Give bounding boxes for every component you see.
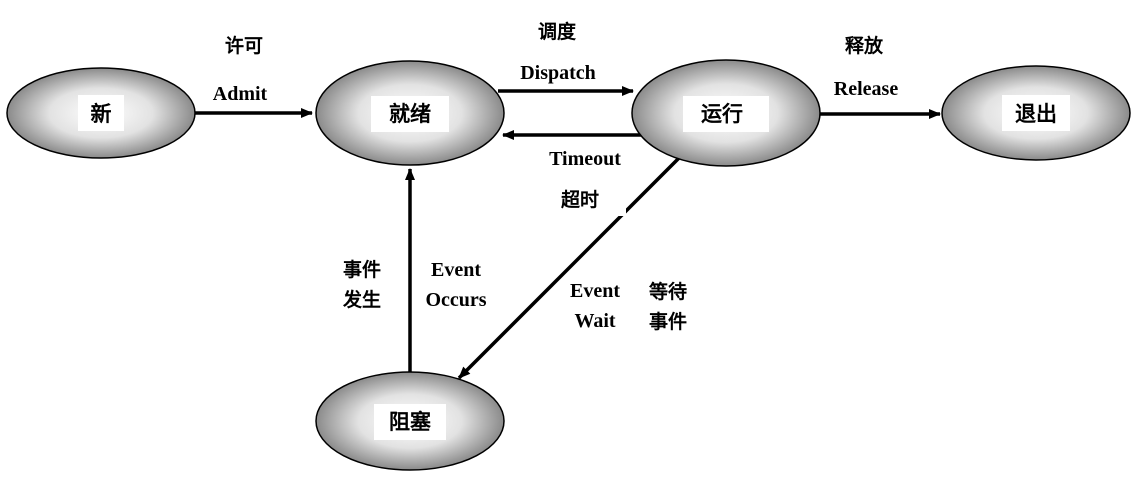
edge-labels: 许可 Admit 调度 Dispatch 释放 Release Timeout … <box>213 20 899 333</box>
state-ready-label: 就绪 <box>389 102 431 126</box>
diagram-canvas: 新 就绪 运行 退出 阻塞 许可 Admit 调度 Dispatch 释放 Re… <box>6 20 1131 471</box>
timeout-label-zh: 超时 <box>560 188 599 211</box>
edge-event-wait-gap <box>618 203 626 216</box>
event-occurs-label-en-2: Occurs <box>425 289 486 311</box>
edges <box>194 86 941 380</box>
admit-label-zh: 许可 <box>225 34 263 57</box>
process-state-diagram: 新 就绪 运行 退出 阻塞 许可 Admit 调度 Dispatch 释放 Re… <box>0 0 1141 486</box>
event-occurs-label-zh-1: 事件 <box>343 258 381 281</box>
state-exit-label: 退出 <box>1015 102 1057 126</box>
dispatch-label-zh: 调度 <box>538 20 577 43</box>
event-occurs-label-en-1: Event <box>431 259 481 281</box>
event-wait-label-zh-2: 事件 <box>649 310 687 333</box>
state-blocked: 阻塞 <box>315 371 505 471</box>
edge-event-wait <box>457 150 687 380</box>
event-wait-label-zh-1: 等待 <box>648 280 687 303</box>
event-wait-label-en-1: Event <box>570 280 620 302</box>
state-new: 新 <box>6 67 196 159</box>
event-occurs-label-zh-2: 发生 <box>342 288 381 311</box>
state-running: 运行 <box>631 59 821 167</box>
timeout-label-en: Timeout <box>549 148 621 170</box>
dispatch-label-en: Dispatch <box>520 62 596 84</box>
release-label-zh: 释放 <box>845 34 884 57</box>
state-blocked-label: 阻塞 <box>389 410 432 434</box>
release-label-en: Release <box>834 78 899 100</box>
admit-label-en: Admit <box>213 83 268 105</box>
state-exit: 退出 <box>941 65 1131 161</box>
state-ready: 就绪 <box>315 60 505 166</box>
state-running-label: 运行 <box>701 102 743 126</box>
event-wait-label-en-2: Wait <box>574 310 615 332</box>
state-new-label: 新 <box>91 102 112 126</box>
